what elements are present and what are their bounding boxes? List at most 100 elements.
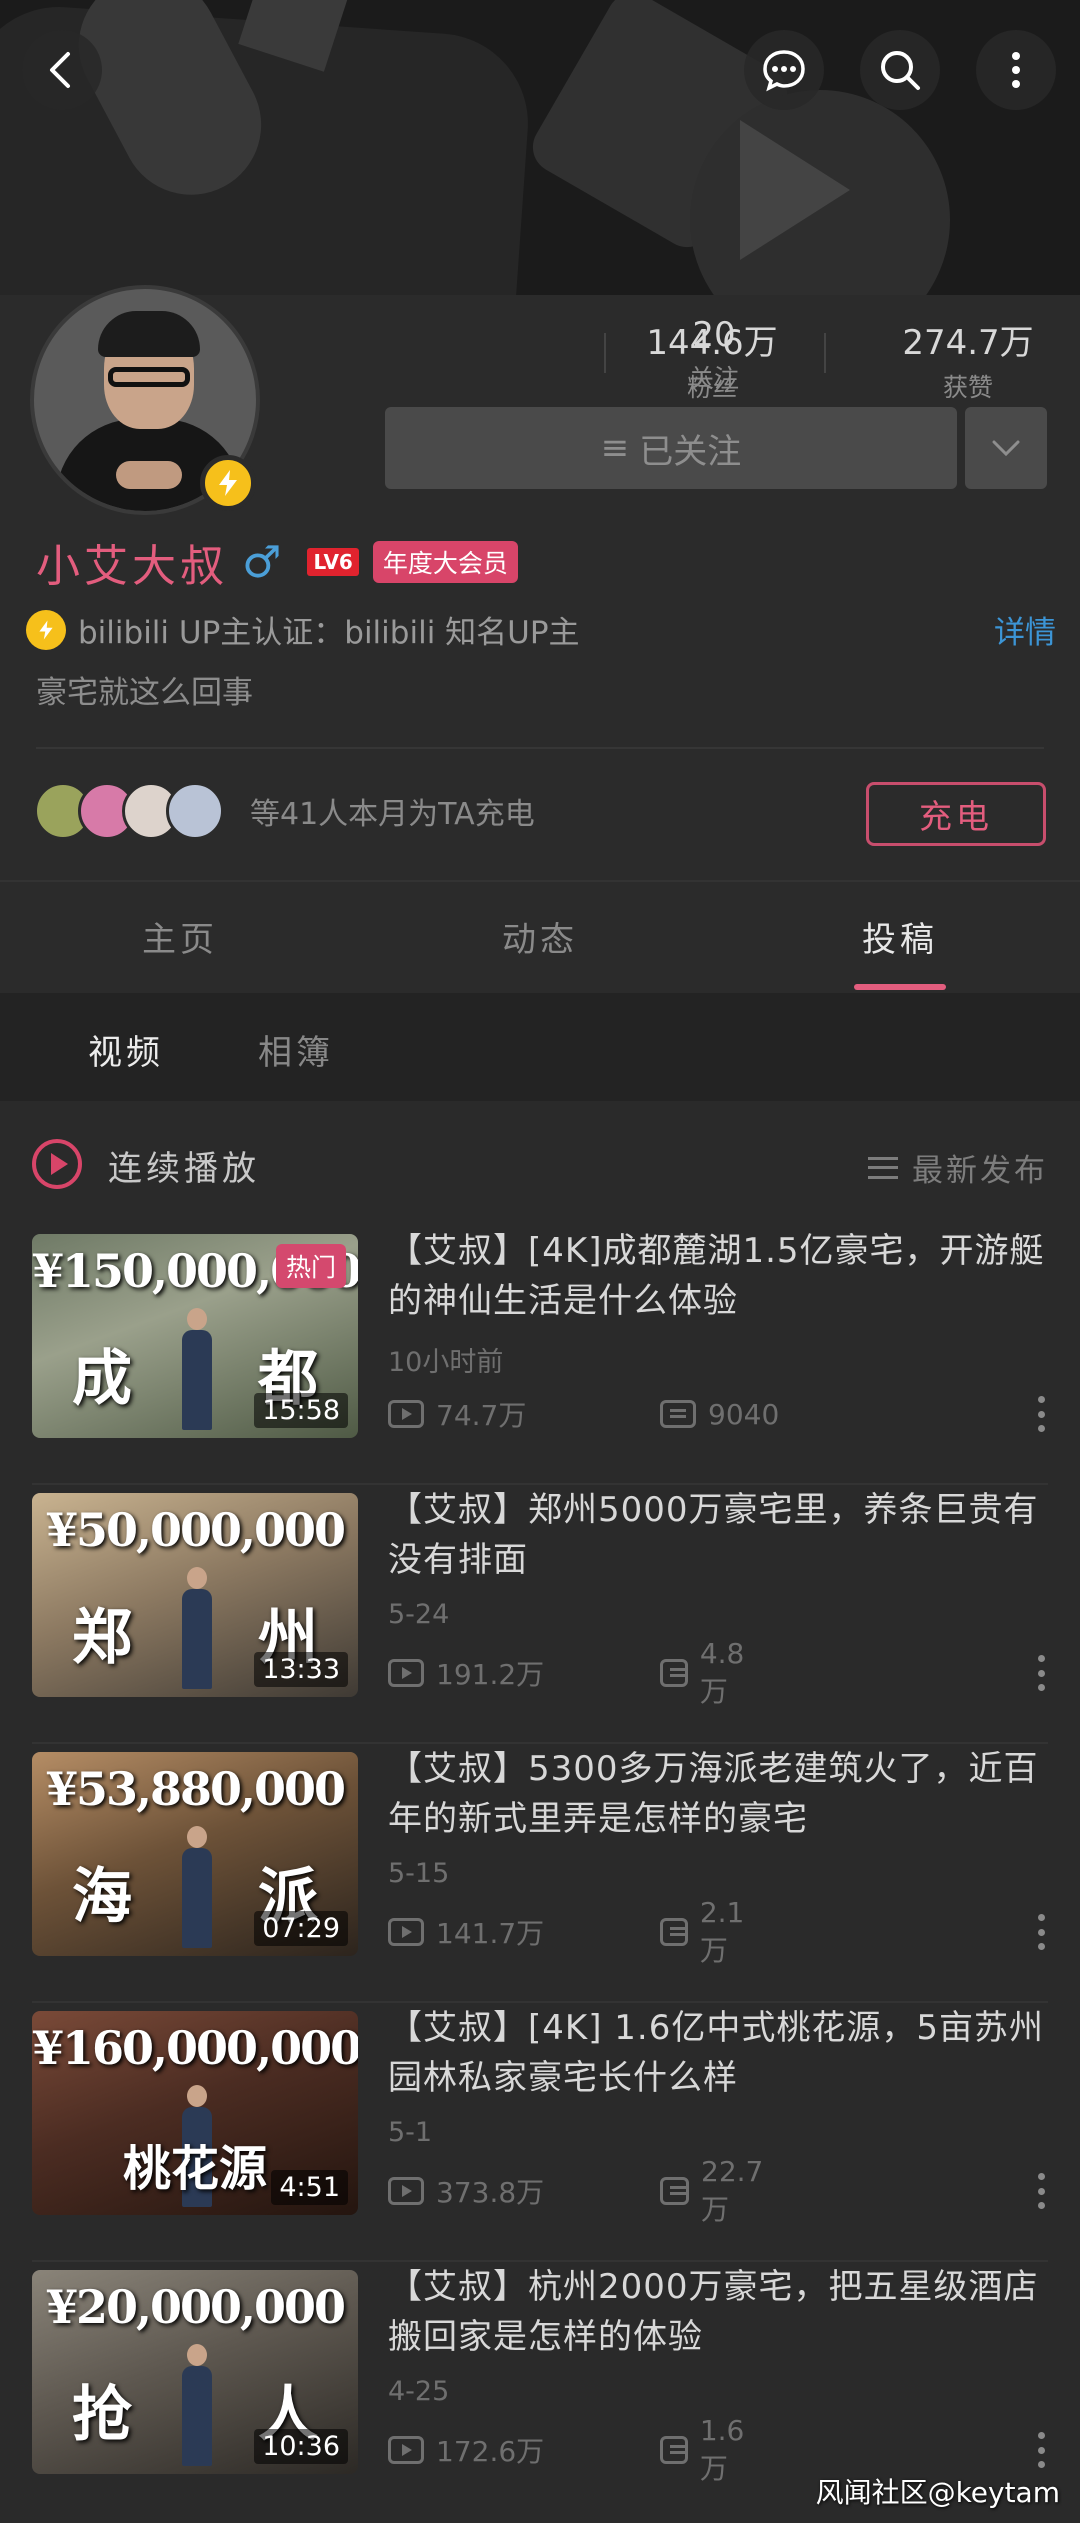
watermark: 风闻社区@keytam: [815, 2476, 1060, 2509]
thumbnail-price: ¥53,880,000: [45, 1762, 346, 1816]
back-button[interactable]: [22, 30, 102, 110]
video-stats: 373.8万 22.7万: [388, 2155, 763, 2226]
tab-home[interactable]: 主页: [80, 912, 280, 961]
video-thumbnail[interactable]: ¥53,880,000 海派 07:29: [32, 1752, 358, 1956]
video-item[interactable]: ¥160,000,000 桃花源 4:51 【艾叔】[4K] 1.6亿中式桃花源…: [0, 2003, 1080, 2262]
tab-submissions[interactable]: 投稿: [800, 912, 1000, 961]
video-title[interactable]: 【艾叔】郑州5000万豪宅里，养条巨贵有没有排面: [388, 1485, 1048, 1585]
stat-following[interactable]: 20 关注: [604, 315, 824, 395]
video-title[interactable]: 【艾叔】[4K] 1.6亿中式桃花源，5亩苏州园林私家豪宅长什么样: [388, 2003, 1048, 2103]
play-count-icon: [388, 1400, 424, 1428]
video-date: 4-25: [388, 2376, 450, 2407]
video-title[interactable]: 【艾叔】5300多万海派老建筑火了，近百年的新式里弄是怎样的豪宅: [388, 1744, 1048, 1844]
video-list-header: 连续播放 最新发布: [0, 1101, 1080, 1226]
video-date: 5-15: [388, 1858, 450, 1889]
chevron-down-icon: [992, 440, 1020, 457]
charge-button[interactable]: 充电: [866, 782, 1046, 846]
user-bio: 豪宅就这么回事: [36, 675, 253, 711]
play-count-icon: [388, 1918, 424, 1946]
supporter-avatar: [166, 782, 224, 840]
more-vertical-icon[interactable]: [1038, 2173, 1046, 2209]
view-count: 191.2万: [436, 1658, 545, 1691]
danmaku-icon: [660, 1400, 696, 1428]
stat-label: 关注: [688, 364, 739, 393]
details-link[interactable]: 详情: [994, 607, 1056, 652]
video-thumbnail[interactable]: ¥160,000,000 桃花源 4:51: [32, 2011, 358, 2215]
stat-value: 20: [692, 315, 736, 355]
lightning-icon: [26, 609, 66, 650]
stat-likes[interactable]: 274.7万 获赞: [858, 315, 1078, 404]
continuous-play-button[interactable]: 连续播放: [108, 1141, 260, 1190]
video-title[interactable]: 【艾叔】[4K]成都麓湖1.5亿豪宅，开游艇的神仙生活是什么体验: [388, 1226, 1048, 1326]
hot-badge: 热门: [275, 1244, 346, 1288]
video-item[interactable]: ¥150,000,000 成都 热门 15:58 【艾叔】[4K]成都麓湖1.5…: [0, 1226, 1080, 1485]
sort-icon: [868, 1156, 898, 1179]
video-date: 10小时前: [388, 1347, 504, 1378]
charge-supporters[interactable]: 等41人本月为TA充电: [34, 782, 535, 840]
level-badge: LV6: [307, 548, 359, 576]
certification-text: bilibili UP主认证：bilibili 知名UP主: [78, 615, 580, 651]
more-vertical-icon[interactable]: [1038, 1655, 1046, 1691]
sort-label: 最新发布: [912, 1153, 1048, 1189]
play-count-icon: [388, 1659, 424, 1687]
banner-play-shape: [740, 120, 850, 260]
gender-male-icon: ♂: [242, 536, 282, 588]
view-count: 141.7万: [436, 1917, 545, 1950]
video-stats: 74.7万 9040: [388, 1394, 779, 1434]
divider: [36, 747, 1044, 749]
danmaku-icon: [660, 1659, 688, 1687]
profile-section: 144.6万 粉丝 20 关注 274.7万 获赞 ≡ 已关注 小艾大叔 ♂ L…: [0, 285, 1080, 880]
subtab-videos[interactable]: 视频: [88, 1025, 164, 1074]
vip-badge[interactable]: 年度大会员: [372, 541, 518, 583]
more-button[interactable]: [976, 30, 1056, 110]
video-date: 5-1: [388, 2117, 433, 2148]
follow-dropdown-button[interactable]: [965, 407, 1047, 489]
thumbnail-price: ¥160,000,000: [32, 2021, 358, 2075]
view-count: 74.7万: [436, 1399, 527, 1432]
play-circle-icon[interactable]: [32, 1139, 82, 1189]
chat-bubble-icon: [763, 50, 805, 92]
video-thumbnail[interactable]: ¥50,000,000 郑州 13:33: [32, 1493, 358, 1697]
certification-row: bilibili UP主认证：bilibili 知名UP主 详情: [26, 607, 1056, 652]
search-icon: [881, 51, 920, 90]
lightning-icon: [219, 470, 237, 496]
followed-label: 已关注: [639, 431, 742, 472]
danmaku-count: 4.8万: [699, 1636, 745, 1708]
search-button[interactable]: [860, 30, 940, 110]
active-tab-indicator: [854, 984, 946, 990]
video-item[interactable]: ¥53,880,000 海派 07:29 【艾叔】5300多万海派老建筑火了，近…: [0, 1744, 1080, 2003]
video-stats: 172.6万 1.6万: [388, 2414, 744, 2485]
video-duration: 4:51: [271, 2170, 348, 2205]
charge-count-text: 等41人本月为TA充电: [250, 797, 535, 832]
danmaku-icon: [660, 1918, 688, 1946]
profile-banner: [0, 0, 1080, 295]
more-vertical-icon[interactable]: [1038, 1914, 1046, 1950]
more-vertical-icon[interactable]: [1038, 2432, 1046, 2468]
play-count-icon: [388, 2436, 424, 2464]
verified-badge: [200, 455, 256, 511]
followed-button[interactable]: ≡ 已关注: [385, 407, 957, 489]
danmaku-stat: 1.6万: [660, 2414, 753, 2487]
chevron-left-icon: [50, 52, 70, 88]
video-title[interactable]: 【艾叔】杭州2000万豪宅，把五星级酒店搬回家是怎样的体验: [388, 2262, 1048, 2362]
danmaku-count: 2.1万: [699, 1895, 745, 1967]
danmaku-stat: 2.1万: [660, 1896, 753, 1969]
message-button[interactable]: [744, 30, 824, 110]
video-thumbnail[interactable]: ¥150,000,000 成都 热门 15:58: [32, 1234, 358, 1438]
name-row: 小艾大叔 ♂ LV6 年度大会员: [36, 530, 518, 594]
video-duration: 15:58: [254, 1393, 348, 1428]
video-item[interactable]: ¥50,000,000 郑州 13:33 【艾叔】郑州5000万豪宅里，养条巨贵…: [0, 1485, 1080, 1744]
more-vertical-icon: [1012, 52, 1020, 88]
user-name: 小艾大叔: [36, 541, 228, 592]
subtab-albums[interactable]: 相簿: [258, 1025, 334, 1074]
video-duration: 10:36: [254, 2429, 348, 2464]
more-vertical-icon[interactable]: [1038, 1396, 1046, 1432]
sort-button[interactable]: 最新发布: [868, 1145, 1048, 1190]
video-thumbnail[interactable]: ¥20,000,000 抢人 10:36: [32, 2270, 358, 2474]
menu-lines-icon: ≡: [600, 428, 630, 468]
tab-dynamics[interactable]: 动态: [440, 912, 640, 961]
thumbnail-price: ¥20,000,000: [45, 2280, 346, 2334]
danmaku-stat: 4.8万: [660, 1637, 753, 1710]
video-stats: 191.2万 4.8万: [388, 1637, 744, 1708]
danmaku-count: 1.6万: [699, 2413, 745, 2485]
